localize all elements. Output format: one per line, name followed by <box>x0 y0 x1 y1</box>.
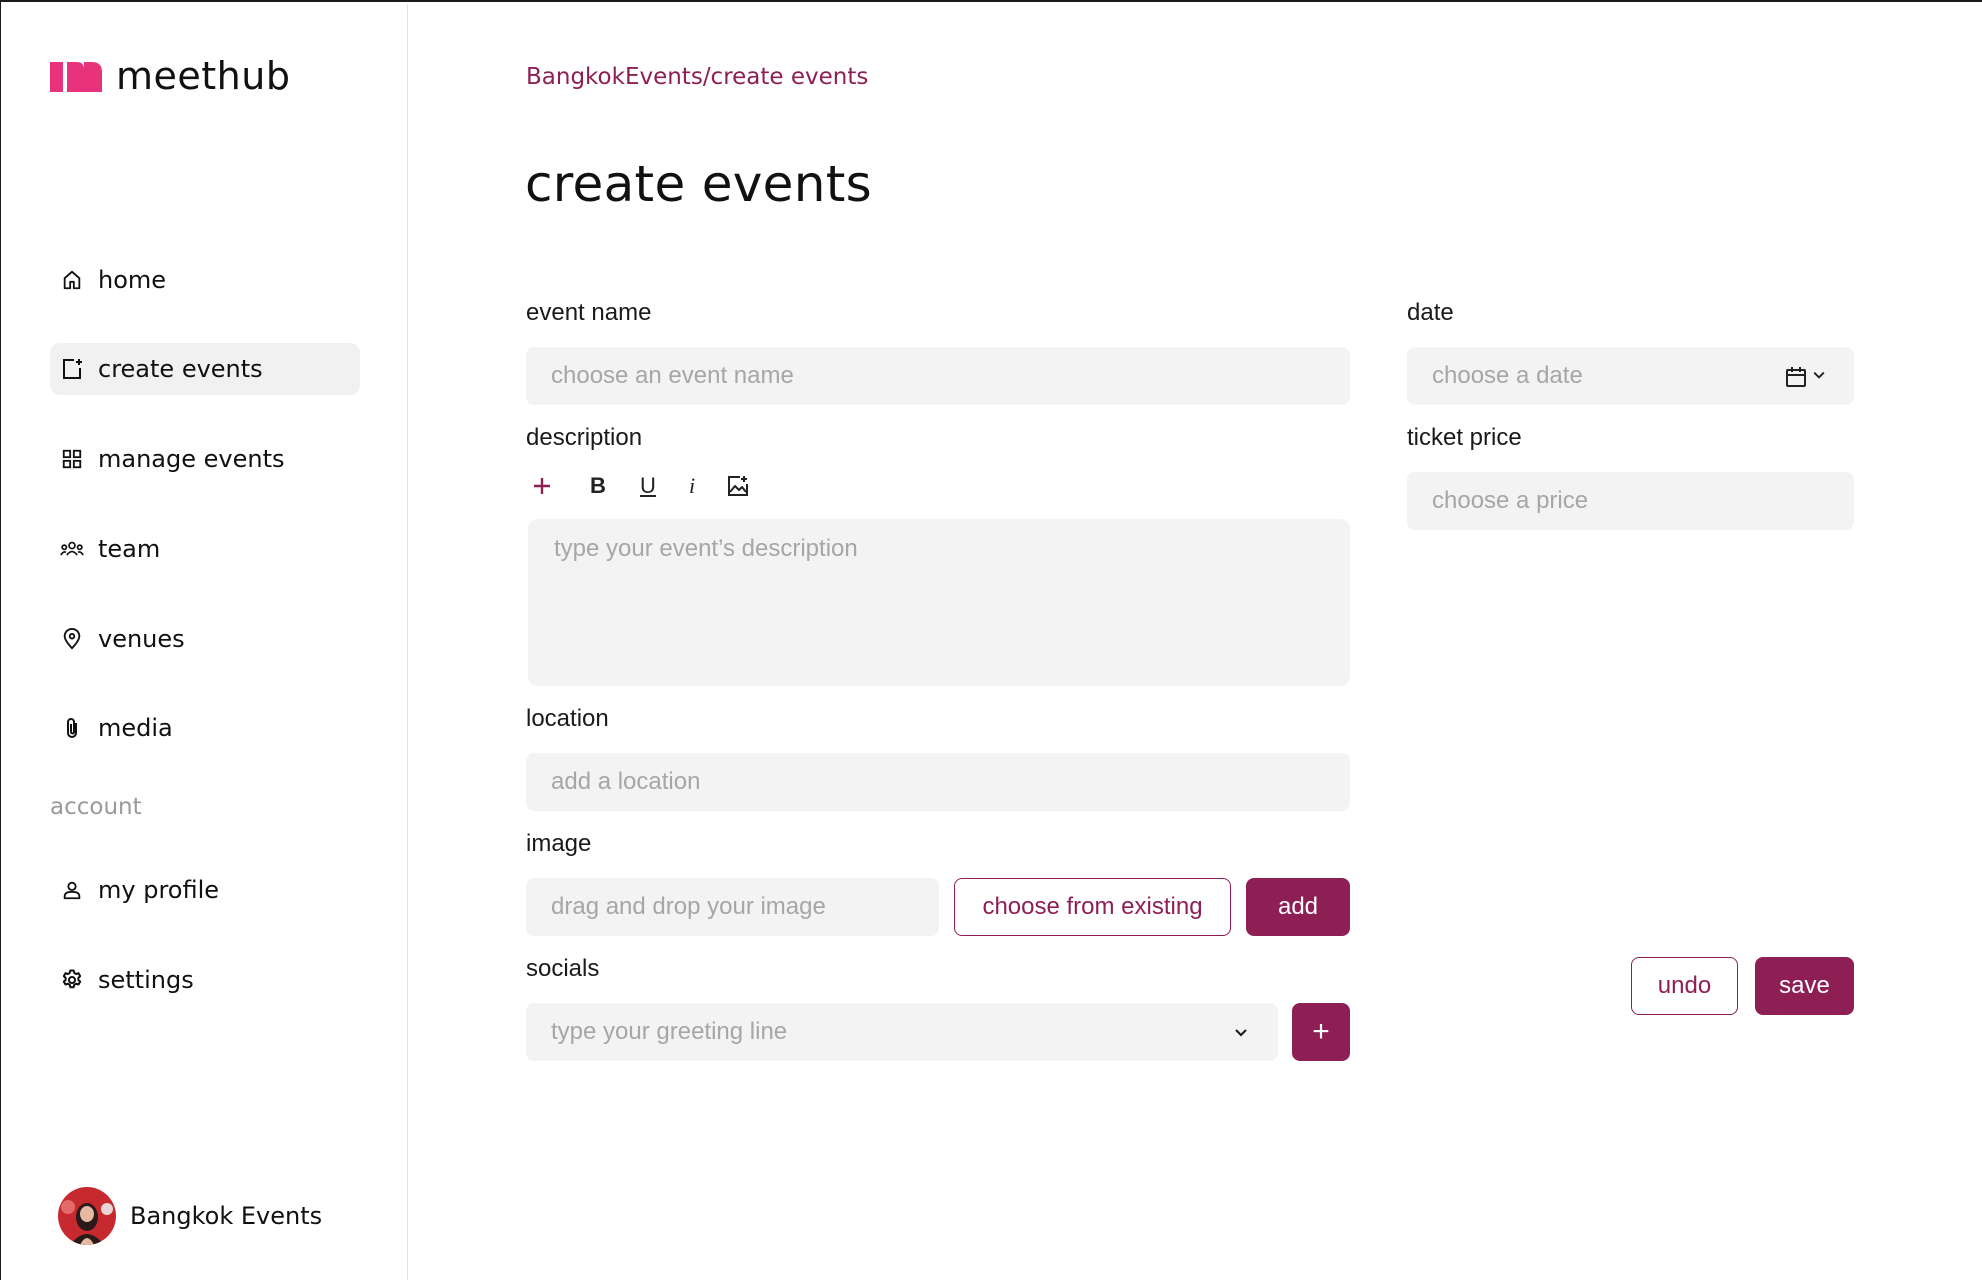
socials-label: socials <box>526 955 600 982</box>
date-picker[interactable] <box>1407 347 1854 405</box>
chevron-down-icon[interactable] <box>1231 1022 1251 1042</box>
logo[interactable]: meethub <box>50 54 290 98</box>
meethub-logo-icon <box>50 62 102 92</box>
location-label: location <box>526 705 609 732</box>
chevron-down-icon[interactable] <box>1811 367 1827 383</box>
socials-input[interactable] <box>526 1003 1278 1061</box>
ticket-price-label: ticket price <box>1407 424 1522 451</box>
sidebar-item-label: media <box>98 714 173 742</box>
insert-plus-icon[interactable] <box>527 468 557 504</box>
date-label: date <box>1407 299 1454 326</box>
description-toolbar: B U i <box>527 468 773 504</box>
sidebar-item-label: home <box>98 266 167 294</box>
ticket-price-input[interactable] <box>1407 472 1854 530</box>
image-label: image <box>526 830 592 857</box>
sidebar-item-label: create events <box>98 355 263 383</box>
image-dropzone[interactable] <box>526 878 939 936</box>
map-pin-icon <box>60 627 84 651</box>
sidebar-item-create-events[interactable]: create events <box>50 343 360 395</box>
insert-image-icon[interactable] <box>723 468 753 504</box>
event-name-label: event name <box>526 299 652 326</box>
sidebar-item-label: settings <box>98 966 194 994</box>
app-frame: meethub home create events manage events… <box>0 0 1982 1280</box>
sidebar-item-manage-events[interactable]: manage events <box>50 433 360 485</box>
sidebar-item-label: manage events <box>98 445 285 473</box>
description-textarea[interactable] <box>528 519 1350 686</box>
description-label: description <box>526 424 643 451</box>
user-icon <box>60 878 84 902</box>
gear-icon <box>60 968 84 992</box>
sidebar-item-home[interactable]: home <box>50 254 360 306</box>
location-input[interactable] <box>526 753 1350 811</box>
underline-icon[interactable]: U <box>633 468 663 504</box>
sidebar-item-label: venues <box>98 625 185 653</box>
page-title: create events <box>525 155 872 213</box>
app-name: meethub <box>116 54 291 98</box>
sidebar: meethub home create events manage events… <box>2 4 408 1280</box>
profile-name: Bangkok Events <box>130 1202 323 1230</box>
socials-select[interactable] <box>526 1003 1278 1061</box>
paperclip-icon <box>60 716 84 740</box>
bold-icon[interactable]: B <box>583 468 613 504</box>
profile-summary[interactable]: Bangkok Events <box>58 1187 322 1245</box>
choose-existing-image-button[interactable]: choose from existing <box>954 878 1231 936</box>
calendar-plus-icon <box>60 357 84 381</box>
sidebar-item-label: my profile <box>98 876 220 904</box>
sidebar-item-team[interactable]: team <box>50 523 360 575</box>
event-name-input[interactable] <box>526 347 1350 405</box>
calendar-icon[interactable] <box>1784 365 1808 389</box>
save-label: save <box>1779 972 1830 999</box>
home-icon <box>60 268 84 292</box>
add-social-symbol: + <box>1312 1015 1330 1048</box>
account-section-label: account <box>50 794 142 820</box>
undo-label: undo <box>1657 972 1712 999</box>
sidebar-item-label: team <box>98 535 161 563</box>
undo-button[interactable]: undo <box>1631 957 1738 1015</box>
save-button[interactable]: save <box>1755 957 1854 1015</box>
add-image-label: add <box>1277 893 1319 920</box>
avatar <box>58 1187 116 1245</box>
add-image-button[interactable]: add <box>1246 878 1350 936</box>
sidebar-item-settings[interactable]: settings <box>50 954 360 1006</box>
team-icon <box>60 537 84 561</box>
add-social-button[interactable]: + <box>1292 1003 1350 1061</box>
breadcrumb[interactable]: BangkokEvents/create events <box>526 64 868 90</box>
grid-icon <box>60 447 84 471</box>
choose-existing-label: choose from existing <box>982 893 1203 920</box>
sidebar-item-venues[interactable]: venues <box>50 613 360 665</box>
sidebar-item-my-profile[interactable]: my profile <box>50 864 360 916</box>
sidebar-item-media[interactable]: media <box>50 702 360 754</box>
italic-icon[interactable]: i <box>677 468 707 504</box>
